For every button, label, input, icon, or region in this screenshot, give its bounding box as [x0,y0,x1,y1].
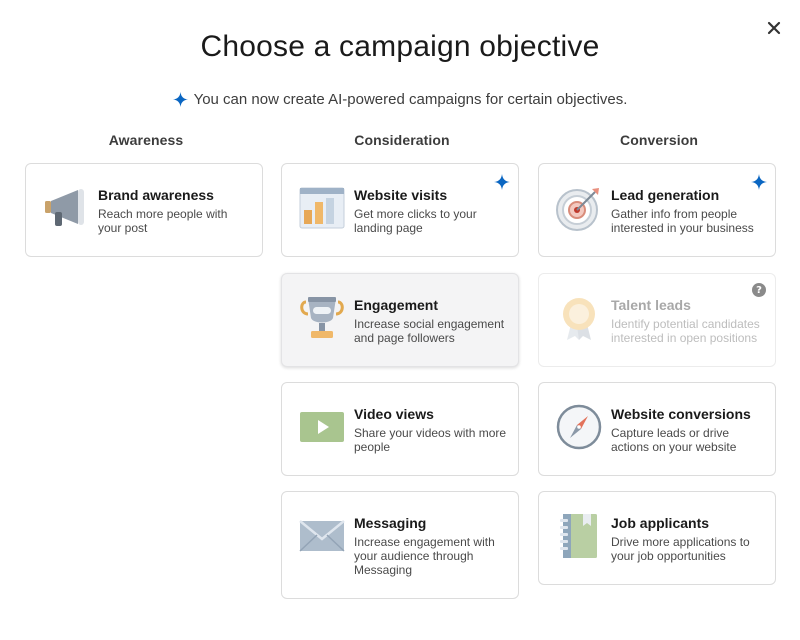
column-heading-conversion: Conversion [619,132,698,148]
video-play-icon [300,412,344,442]
objective-title: Talent leads [611,297,691,313]
objective-description: Identify potential candidates interested… [611,317,760,345]
notebook-icon [560,514,597,558]
objective-title: Engagement [354,297,439,313]
badge-icon [563,298,595,340]
objective-title: Website conversions [611,406,751,422]
objective-card-brand-awareness[interactable]: Brand awareness Reach more people with y… [25,163,263,257]
objective-description: Increase engagement with your audience t… [354,535,495,577]
target-icon [556,188,599,231]
objective-card-talent-leads: ? Talent leads Identify potential candid… [538,273,776,367]
objective-card-website-visits[interactable]: Website visits Get more clicks to your l… [281,163,519,257]
help-icon[interactable]: ? [752,283,766,297]
ai-sparkle-icon [494,174,510,190]
objective-card-lead-generation[interactable]: Lead generation Gather info from people … [538,163,776,257]
objective-title: Messaging [354,515,427,531]
modal-title: Choose a campaign objective [200,30,600,63]
sparkle-icon [172,92,188,107]
objective-title: Job applicants [611,515,710,531]
objective-description: Capture leads or drive actions on your w… [611,426,737,454]
ai-notice: You can now create AI-powered campaigns … [0,91,800,108]
column-heading-awareness: Awareness [108,132,184,148]
landing-page-icon [299,187,345,229]
objective-description: Drive more applications to your job oppo… [611,535,750,563]
column-heading-consideration: Consideration [354,132,450,148]
compass-icon [556,404,602,450]
objective-card-engagement[interactable]: Engagement Increase social engagement an… [281,273,519,367]
envelope-icon [299,520,345,552]
objective-card-website-conversions[interactable]: Website conversions Capture leads or dri… [538,382,776,476]
objective-title: Lead generation [611,187,720,203]
megaphone-icon [45,189,84,226]
objective-description: Gather info from people interested in yo… [611,207,754,235]
ai-notice-text: You can now create AI-powered campaigns … [193,91,628,108]
objective-title: Video views [354,406,434,422]
ai-sparkle-icon [751,174,767,190]
objective-card-video-views[interactable]: Video views Share your videos with more … [281,382,519,476]
objective-card-messaging[interactable]: Messaging Increase engagement with your … [281,491,519,599]
objective-description: Increase social engagement and page foll… [354,317,505,345]
trophy-icon [300,297,344,338]
objective-description: Share your videos with more people [354,426,507,454]
objective-description: Reach more people with your post [98,207,228,235]
objective-card-job-applicants[interactable]: Job applicants Drive more applications t… [538,491,776,585]
objective-title: Brand awareness [98,187,214,203]
objective-description: Get more clicks to your landing page [354,207,477,235]
objective-title: Website visits [354,187,448,203]
